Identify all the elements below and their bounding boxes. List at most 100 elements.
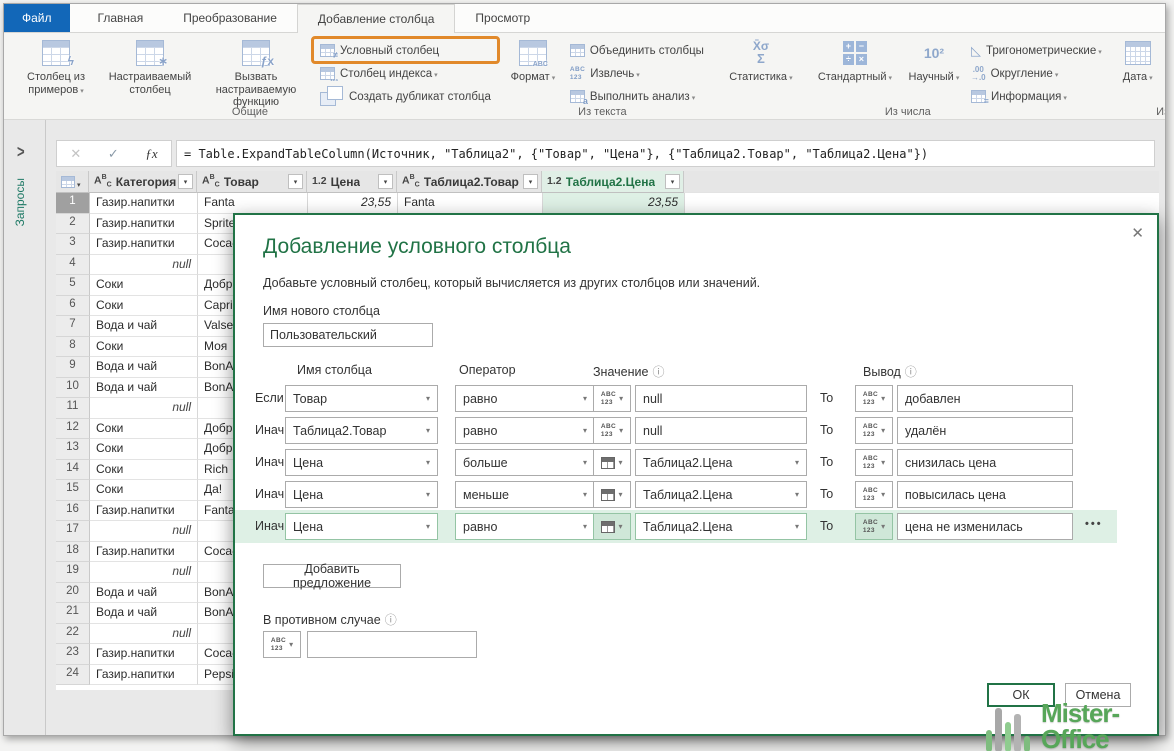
tab-Преобразование[interactable]: Преобразование [163, 4, 297, 32]
table-header-cell[interactable]: 1.2Цена▾ [307, 171, 397, 193]
value-type-button[interactable]: ABC123▾ [593, 417, 631, 444]
value-type-button[interactable]: ABC123▾ [593, 385, 631, 412]
ribbon-button[interactable]: +−÷×Стандартный▾ [808, 36, 902, 86]
row-number[interactable]: 22 [56, 624, 90, 645]
table-cell[interactable]: Газир.напитки [90, 501, 198, 522]
table-header-cell[interactable]: ABCТаблица2.Товар▾ [397, 171, 542, 193]
table-cell[interactable]: Соки [90, 480, 198, 501]
ribbon-button[interactable]: Дата▾ [1112, 36, 1164, 86]
table-cell[interactable]: 23,55 [308, 193, 398, 214]
output-input[interactable] [897, 417, 1073, 444]
queries-pane-collapsed[interactable]: > Запросы [4, 120, 46, 735]
operator-dropdown[interactable]: равно▾ [455, 417, 595, 444]
operator-dropdown[interactable]: больше▾ [455, 449, 595, 476]
table-cell[interactable]: Соки [90, 337, 198, 358]
value-type-button[interactable]: ▾ [593, 513, 631, 540]
ribbon-button[interactable]: aВыполнить анализ▾ [570, 88, 704, 105]
filter-button[interactable]: ▾ [665, 174, 680, 189]
output-input[interactable] [897, 385, 1073, 412]
ribbon-button[interactable]: ABCФормат▾ [501, 36, 565, 86]
value-dropdown[interactable]: Таблица2.Цена▾ [635, 481, 807, 508]
table-header-cell[interactable]: ABCТовар▾ [197, 171, 307, 193]
table-cell[interactable]: Fanta [198, 193, 308, 214]
output-type-button[interactable]: ABC123▾ [855, 449, 893, 476]
table-cell[interactable]: Газир.напитки [90, 193, 198, 214]
ribbon-button[interactable]: ₁₂₃Столбец индекса▾ [320, 65, 491, 82]
column-dropdown[interactable]: Цена▾ [285, 481, 438, 508]
row-number[interactable]: 3 [56, 234, 90, 255]
expand-pane-icon[interactable]: > [17, 141, 25, 161]
operator-dropdown[interactable]: равно▾ [455, 385, 595, 412]
table-cell[interactable]: Соки [90, 460, 198, 481]
ribbon-button[interactable]: ◺Тригонометрические▾ [971, 42, 1102, 59]
table-cell[interactable]: Соки [90, 296, 198, 317]
column-dropdown[interactable]: Цена▾ [285, 513, 438, 540]
fx-icon[interactable]: ƒx [145, 146, 157, 162]
new-column-name-input[interactable] [263, 323, 433, 347]
row-number[interactable]: 10 [56, 378, 90, 399]
table-header-cell[interactable]: 1.2Таблица2.Цена▾ [542, 171, 684, 193]
row-number[interactable]: 21 [56, 603, 90, 624]
table-cell[interactable]: Вода и чай [90, 378, 198, 399]
row-number[interactable]: 1 [56, 193, 90, 214]
table-cell[interactable]: Вода и чай [90, 316, 198, 337]
otherwise-type-button[interactable]: ABC123▾ [263, 631, 301, 658]
value-input[interactable] [635, 385, 807, 412]
row-number[interactable]: 12 [56, 419, 90, 440]
table-cell[interactable]: Fanta [398, 193, 543, 214]
row-number[interactable]: 24 [56, 665, 90, 686]
operator-dropdown[interactable]: меньше▾ [455, 481, 595, 508]
table-cell[interactable]: Соки [90, 419, 198, 440]
row-number[interactable]: 5 [56, 275, 90, 296]
row-number[interactable]: 8 [56, 337, 90, 358]
cancel-formula-icon[interactable]: ✕ [70, 146, 81, 162]
table-cell[interactable]: Соки [90, 439, 198, 460]
table-cell[interactable]: Вода и чай [90, 583, 198, 604]
operator-dropdown[interactable]: равно▾ [455, 513, 595, 540]
table-cell[interactable]: Соки [90, 275, 198, 296]
commit-formula-icon[interactable]: ✓ [108, 146, 119, 162]
row-number[interactable]: 13 [56, 439, 90, 460]
filter-button[interactable]: ▾ [288, 174, 303, 189]
table-cell[interactable]: null [90, 255, 198, 276]
ribbon-button[interactable]: ∗Настраиваемый столбец [103, 36, 197, 98]
row-number[interactable]: 9 [56, 357, 90, 378]
output-type-button[interactable]: ABC123▾ [855, 385, 893, 412]
table-cell[interactable]: Газир.напитки [90, 542, 198, 563]
filter-button[interactable]: ▾ [178, 174, 193, 189]
close-icon[interactable]: ✕ [1131, 224, 1144, 242]
tab-file[interactable]: Файл [4, 4, 70, 32]
formula-input[interactable]: = Table.ExpandTableColumn(Источник, "Таб… [176, 140, 1155, 167]
row-number[interactable]: 6 [56, 296, 90, 317]
row-number[interactable]: 19 [56, 562, 90, 583]
table-cell[interactable]: null [90, 521, 198, 542]
ribbon-button[interactable]: .00→.0Округление▾ [971, 65, 1102, 82]
row-number[interactable]: 11 [56, 398, 90, 419]
row-number[interactable]: 15 [56, 480, 90, 501]
table-header-cell[interactable]: ABCКатегория▾ [89, 171, 197, 193]
row-number[interactable]: 23 [56, 644, 90, 665]
ribbon-button[interactable]: X̄σΣСтатистика▾ [714, 36, 808, 86]
table-cell[interactable]: null [90, 624, 198, 645]
ribbon-button[interactable]: ϟСтолбец из примеров▾ [9, 36, 103, 98]
column-dropdown[interactable]: Товар▾ [285, 385, 438, 412]
table-cell[interactable]: Вода и чай [90, 357, 198, 378]
row-number[interactable]: 14 [56, 460, 90, 481]
output-input[interactable] [897, 513, 1073, 540]
ribbon-button[interactable]: ABC123Извлечь▾ [570, 65, 704, 82]
row-menu-dots[interactable]: ••• [1085, 518, 1103, 530]
select-all-cell[interactable]: ▾ [56, 171, 89, 193]
row-number[interactable]: 18 [56, 542, 90, 563]
tab-Просмотр[interactable]: Просмотр [455, 4, 550, 32]
filter-button[interactable]: ▾ [523, 174, 538, 189]
table-cell[interactable]: null [90, 398, 198, 419]
value-type-button[interactable]: ▾ [593, 481, 631, 508]
ribbon-button[interactable]: ƒxВызвать настраиваемую функцию [197, 36, 315, 111]
ribbon-button[interactable]: ≡Информация▾ [971, 88, 1102, 105]
value-type-button[interactable]: ▾ [593, 449, 631, 476]
table-cell[interactable]: 23,55 [543, 193, 685, 214]
row-number[interactable]: 17 [56, 521, 90, 542]
table-cell[interactable]: null [90, 562, 198, 583]
output-type-button[interactable]: ABC123▾ [855, 417, 893, 444]
table-cell[interactable]: Газир.напитки [90, 234, 198, 255]
